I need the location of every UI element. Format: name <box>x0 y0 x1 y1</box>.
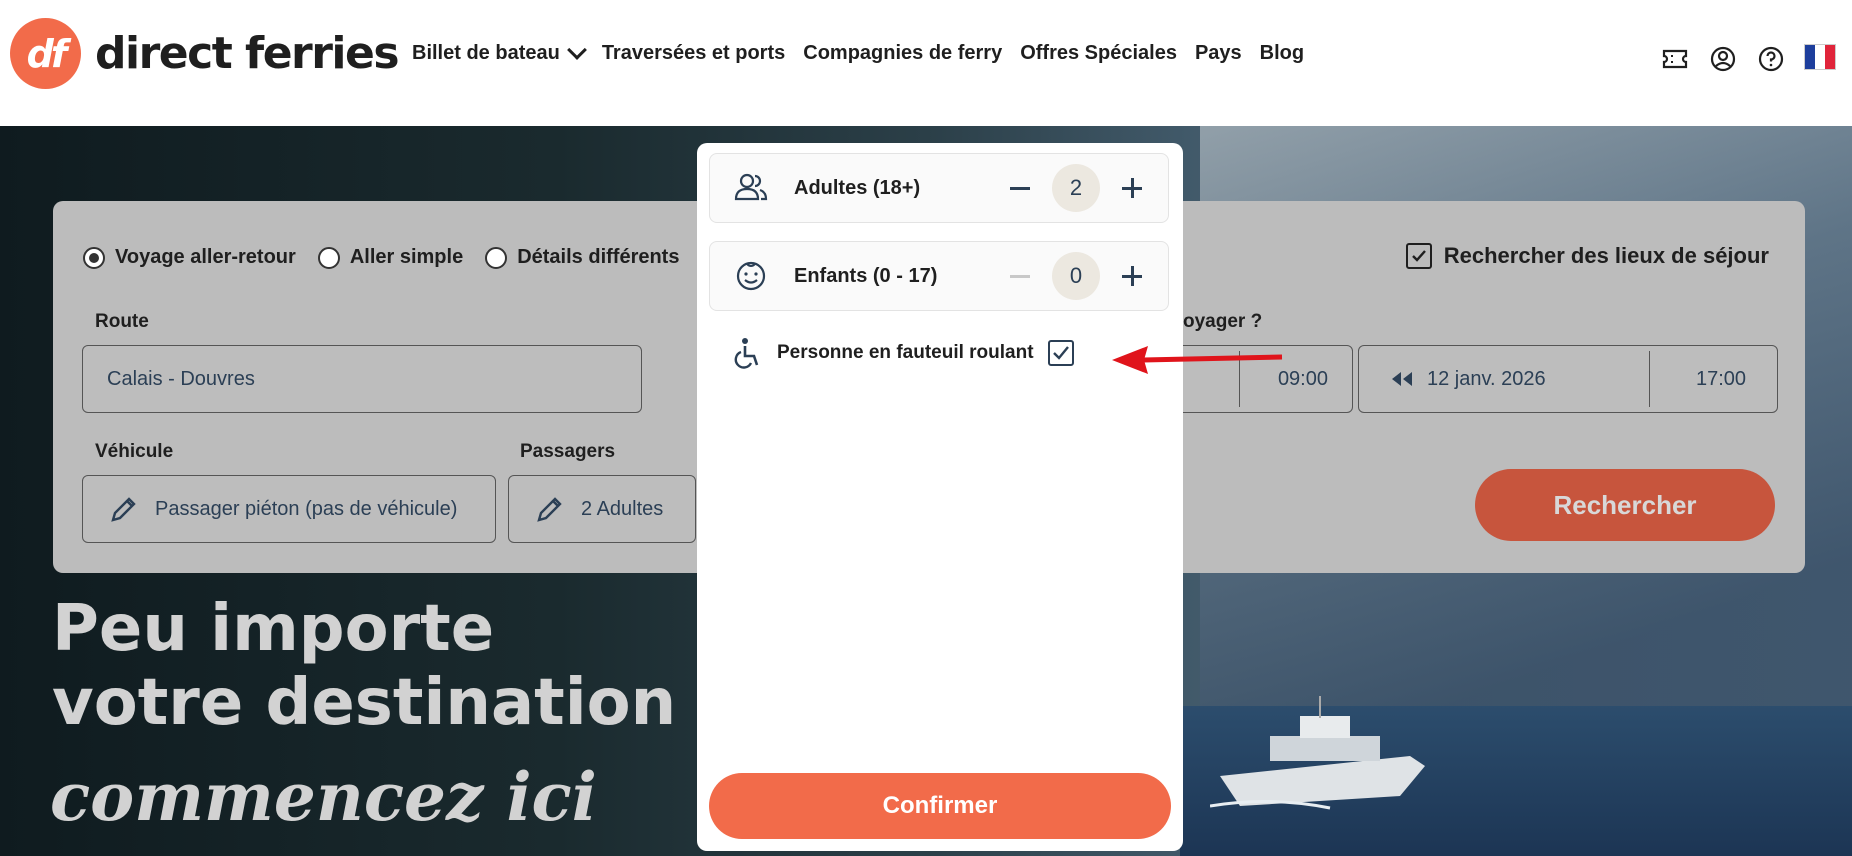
adults-increment-button[interactable] <box>1114 170 1150 206</box>
header-actions <box>1660 44 1836 74</box>
return-date: 12 janv. 2026 <box>1427 367 1546 390</box>
plus-icon <box>1122 178 1142 198</box>
nav-offres-speciales[interactable]: Offres Spéciales <box>1020 42 1177 65</box>
passengers-field[interactable]: 2 Adultes <box>508 475 696 543</box>
checkbox-checked-icon <box>1405 243 1432 269</box>
ticket-icon[interactable] <box>1660 44 1690 74</box>
nav-compagnies-de-ferry[interactable]: Compagnies de ferry <box>803 42 1002 65</box>
route-label: Route <box>95 311 149 332</box>
nav-pays[interactable]: Pays <box>1195 42 1242 65</box>
children-row: Enfants (0 - 17) 0 <box>709 241 1169 311</box>
rewind-icon <box>1392 372 1412 386</box>
adults-stepper: 2 <box>1002 164 1150 212</box>
children-label: Enfants (0 - 17) <box>794 264 938 287</box>
wheelchair-icon <box>734 338 759 369</box>
children-increment-button[interactable] <box>1114 258 1150 294</box>
hero-title-line1: Peu importe <box>52 592 495 666</box>
trip-option-label: Détails différents <box>517 246 680 268</box>
confirm-button[interactable]: Confirmer <box>709 773 1171 839</box>
nav-label: Traversées et ports <box>601 42 786 64</box>
nav-label: Billet de bateau <box>412 42 560 64</box>
wheelchair-checkbox[interactable] <box>1047 340 1074 366</box>
wheelchair-option[interactable]: Personne en fauteuil roulant <box>733 337 1074 369</box>
nav-label: Offres Spéciales <box>1020 42 1177 64</box>
vehicle-value: Passager piéton (pas de véhicule) <box>155 497 458 520</box>
pencil-icon <box>111 497 136 522</box>
adults-row: Adultes (18+) 2 <box>709 153 1169 223</box>
trip-type-options: Voyage aller-retour Aller simple Détails… <box>83 246 701 269</box>
radio-icon <box>485 246 508 269</box>
nav-label: Compagnies de ferry <box>803 42 1003 64</box>
account-icon[interactable] <box>1708 44 1738 74</box>
hero-subtitle: commencez ici <box>50 758 597 836</box>
children-count: 0 <box>1052 252 1100 300</box>
trip-option-label: Aller simple <box>349 246 464 268</box>
field-divider <box>1649 351 1650 407</box>
pencil-icon <box>537 497 562 522</box>
nav-label: Blog <box>1259 42 1305 64</box>
checkmark-icon <box>1052 346 1069 360</box>
nav-traversees-et-ports[interactable]: Traversées et ports <box>602 42 785 65</box>
minus-icon <box>1010 186 1030 190</box>
passenger-popup: Adultes (18+) 2 Enfants (0 - 17) 0 Perso… <box>697 143 1183 851</box>
adults-label: Adultes (18+) <box>794 176 921 199</box>
annotation-arrow-icon <box>1112 346 1283 374</box>
trip-option-round[interactable]: Voyage aller-retour <box>83 246 296 269</box>
trip-option-oneway[interactable]: Aller simple <box>317 246 464 269</box>
radio-icon <box>317 246 340 269</box>
hero-title-line2: votre destination <box>52 666 677 740</box>
adults-decrement-button[interactable] <box>1002 170 1038 206</box>
nav-label: Pays <box>1194 42 1242 64</box>
route-value: Calais - Douvres <box>107 367 255 390</box>
adults-count: 2 <box>1052 164 1100 212</box>
plus-icon <box>1122 266 1142 286</box>
nav-blog[interactable]: Blog <box>1260 42 1304 65</box>
main-nav: Billet de bateau Traversées et ports Com… <box>412 40 1322 65</box>
passengers-value: 2 Adultes <box>581 497 664 520</box>
chevron-down-icon <box>566 40 587 60</box>
when-label: oyager ? <box>1183 311 1263 332</box>
brand-logo[interactable]: df direct ferries <box>10 18 400 89</box>
search-stays-toggle[interactable]: Rechercher des lieux de séjour <box>1405 243 1769 269</box>
stays-label: Rechercher des lieux de séjour <box>1443 243 1769 268</box>
adults-icon <box>734 173 768 201</box>
wheelchair-label: Personne en fauteuil roulant <box>777 342 1034 363</box>
help-icon[interactable] <box>1756 44 1786 74</box>
trip-option-label: Voyage aller-retour <box>115 246 296 268</box>
vehicle-field[interactable]: Passager piéton (pas de véhicule) <box>82 475 496 543</box>
logo-mark: df <box>10 18 81 89</box>
minus-icon <box>1010 274 1030 278</box>
return-time: 17:00 <box>1696 367 1747 390</box>
nav-billet-de-bateau[interactable]: Billet de bateau <box>412 40 587 65</box>
site-header: df direct ferries Billet de bateau Trave… <box>0 0 1852 126</box>
ferry-boat-image <box>1210 696 1425 810</box>
children-stepper: 0 <box>1002 252 1150 300</box>
trip-option-different[interactable]: Détails différents <box>485 246 679 269</box>
logo-text: direct ferries <box>95 28 400 79</box>
child-face-icon <box>736 261 766 291</box>
children-decrement-button[interactable] <box>1002 258 1038 294</box>
vehicle-label: Véhicule <box>95 441 174 462</box>
france-flag-icon[interactable] <box>1804 44 1836 70</box>
passengers-label: Passagers <box>520 441 616 462</box>
search-button[interactable]: Rechercher <box>1475 469 1775 541</box>
return-field[interactable]: 12 janv. 2026 17:00 <box>1358 345 1778 413</box>
route-field[interactable]: Calais - Douvres <box>82 345 642 413</box>
radio-selected-icon <box>83 246 105 269</box>
